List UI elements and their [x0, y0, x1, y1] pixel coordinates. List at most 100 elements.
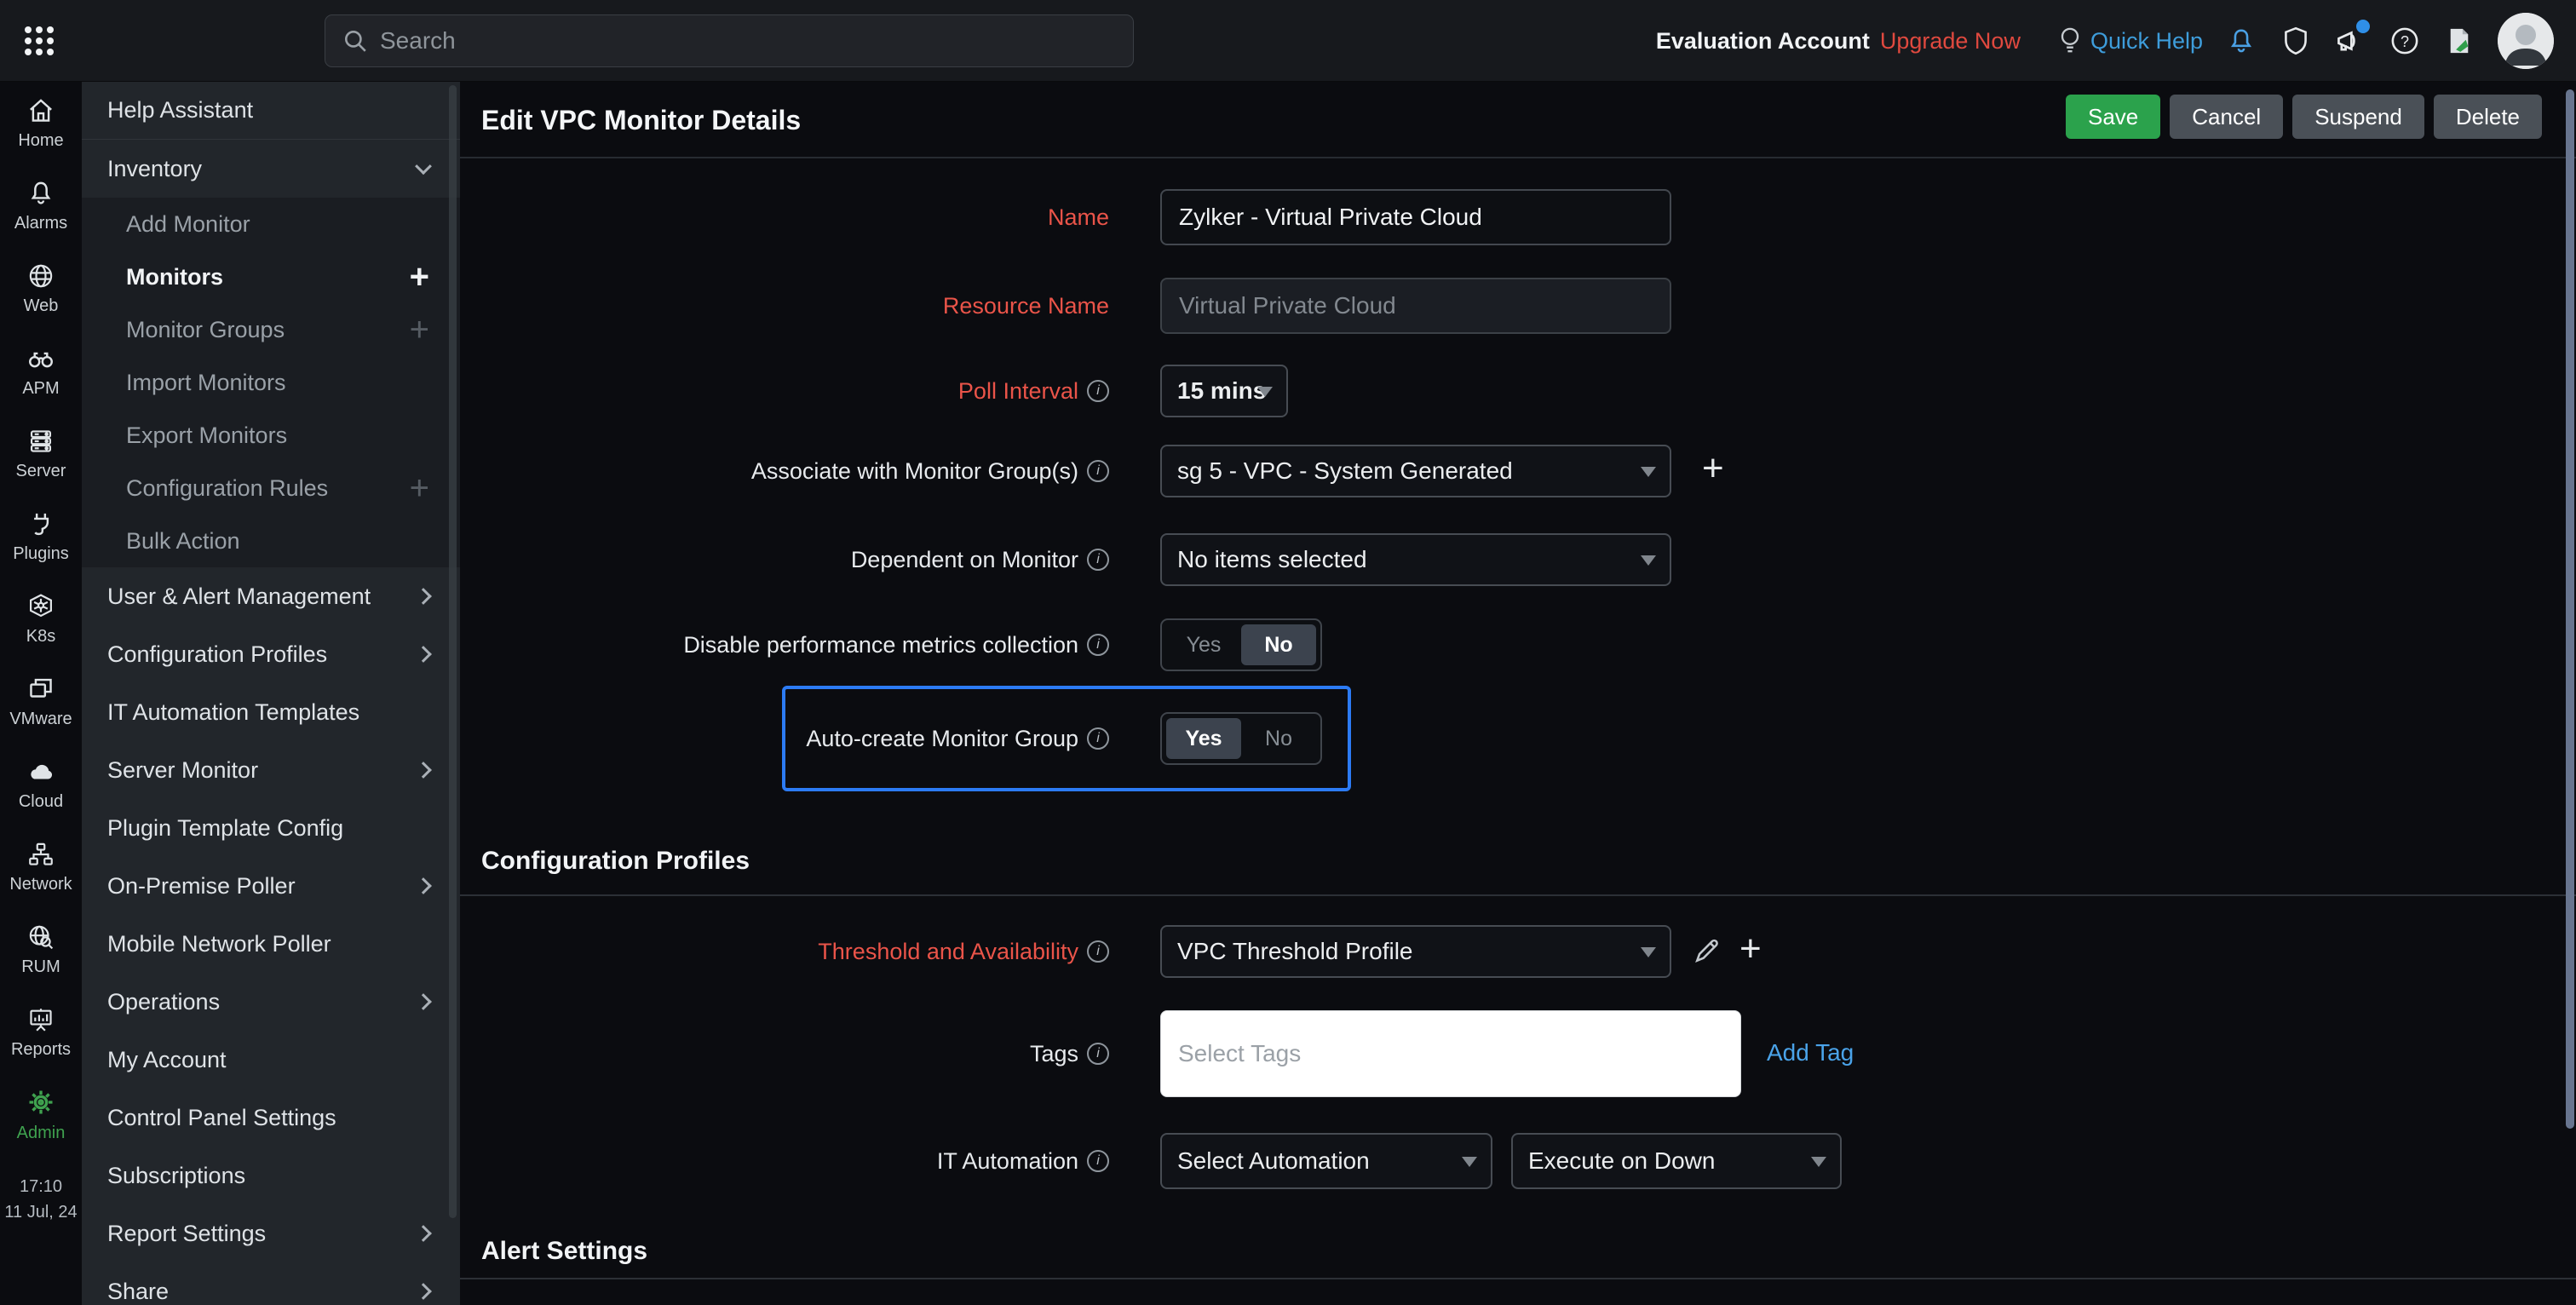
chevron-right-icon: [415, 1225, 432, 1242]
poll-interval-select[interactable]: 15 mins: [1160, 365, 1288, 417]
account-type-label: Evaluation Account: [1655, 27, 1870, 54]
suspend-button[interactable]: Suspend: [2292, 95, 2424, 139]
rail-item-vmware[interactable]: VMware: [0, 660, 82, 743]
inventory-submenu: Add Monitor Monitors + Monitor Groups + Im…: [82, 198, 460, 567]
sidebar-item-control-panel-settings[interactable]: Control Panel Settings: [82, 1089, 460, 1147]
delete-button[interactable]: Delete: [2433, 95, 2542, 139]
add-tag-link[interactable]: Add Tag: [1767, 1039, 1854, 1066]
plus-icon[interactable]: +: [410, 313, 429, 347]
toggle-yes-option[interactable]: Yes: [1166, 718, 1241, 759]
edit-threshold-profile-button[interactable]: [1693, 935, 1722, 964]
form-row-it-automation: IT Automation Select Automation Execute …: [460, 1133, 2576, 1189]
sidebar-item-configuration-rules[interactable]: Configuration Rules +: [82, 462, 460, 515]
sidebar-item-configuration-profiles[interactable]: Configuration Profiles: [82, 625, 460, 683]
user-avatar[interactable]: [2498, 13, 2554, 69]
sidebar-item-add-monitor[interactable]: Add Monitor: [82, 198, 460, 250]
rail-item-apm[interactable]: APM: [0, 330, 82, 412]
plus-icon: +: [1739, 928, 1762, 969]
sidebar-item-report-settings[interactable]: Report Settings: [82, 1204, 460, 1262]
search-input[interactable]: [380, 27, 1116, 55]
sidebar-item-plugin-template-config[interactable]: Plugin Template Config: [82, 799, 460, 857]
caret-down-icon: [1641, 555, 1656, 566]
sidebar-item-bulk-action[interactable]: Bulk Action: [82, 515, 460, 567]
rail-item-rum[interactable]: RUM: [0, 908, 82, 991]
sidebar-item-operations[interactable]: Operations: [82, 973, 460, 1031]
tags-input[interactable]: [1160, 1010, 1741, 1097]
caret-down-icon: [1257, 387, 1273, 397]
plus-icon[interactable]: +: [410, 471, 429, 505]
resource-name-input[interactable]: [1160, 278, 1671, 334]
release-notes-icon[interactable]: [2443, 25, 2475, 57]
rail-item-alarms[interactable]: Alarms: [0, 164, 82, 247]
auto-create-toggle[interactable]: Yes No: [1160, 712, 1322, 765]
admin-sidebar: Help Assistant Inventory Add Monitor Mon…: [82, 82, 460, 1305]
threshold-select[interactable]: VPC Threshold Profile: [1160, 925, 1671, 978]
cancel-button[interactable]: Cancel: [2170, 95, 2284, 139]
chevron-down-icon: [415, 158, 432, 175]
server-icon: [30, 429, 52, 452]
help-question-icon[interactable]: ?: [2389, 25, 2421, 57]
chevron-right-icon: [415, 646, 432, 663]
security-shield-icon[interactable]: [2280, 25, 2312, 57]
reports-icon: [30, 1008, 52, 1032]
rail-item-reports[interactable]: Reports: [0, 991, 82, 1073]
sidebar-item-export-monitors[interactable]: Export Monitors: [82, 409, 460, 462]
top-bar: Evaluation Account Upgrade Now Quick Hel…: [0, 0, 2576, 82]
monitor-groups-select[interactable]: sg 5 - VPC - System Generated: [1160, 445, 1671, 497]
sidebar-item-subscriptions[interactable]: Subscriptions: [82, 1147, 460, 1204]
sidebar-item-server-monitor[interactable]: Server Monitor: [82, 741, 460, 799]
rail-item-web[interactable]: Web: [0, 247, 82, 330]
rail-item-network[interactable]: Network: [0, 825, 82, 908]
disable-metrics-label: Disable performance metrics collection: [460, 618, 1109, 671]
notifications-bell-icon[interactable]: [2225, 25, 2257, 57]
header-actions: Save Cancel Suspend Delete: [2065, 95, 2542, 139]
rail-item-plugins[interactable]: Plugins: [0, 495, 82, 578]
sidebar-scrollbar[interactable]: [449, 85, 457, 1218]
toggle-yes-option[interactable]: Yes: [1166, 624, 1241, 665]
form-row-name: Name: [460, 189, 2576, 245]
toggle-no-option[interactable]: No: [1241, 624, 1316, 665]
sidebar-item-import-monitors[interactable]: Import Monitors: [82, 356, 460, 409]
announcements-megaphone-icon[interactable]: [2334, 20, 2370, 57]
sidebar-item-inventory[interactable]: Inventory: [82, 140, 460, 198]
admin-gear-icon: [29, 1090, 53, 1113]
sidebar-item-my-account[interactable]: My Account: [82, 1031, 460, 1089]
app-launcher-icon[interactable]: [22, 24, 56, 58]
monitor-groups-label: Associate with Monitor Group(s): [460, 445, 1109, 497]
chevron-right-icon: [415, 588, 432, 605]
rail-item-admin[interactable]: Admin: [0, 1073, 82, 1156]
page-scrollbar[interactable]: [2566, 89, 2574, 1129]
info-icon: [1087, 634, 1109, 656]
sidebar-item-help-assistant[interactable]: Help Assistant: [82, 82, 460, 140]
chevron-right-icon: [415, 1283, 432, 1300]
sidebar-item-monitor-groups[interactable]: Monitor Groups +: [82, 303, 460, 356]
globe-icon: [29, 264, 53, 287]
sidebar-item-on-premise-poller[interactable]: On-Premise Poller: [82, 857, 460, 915]
upgrade-now-link[interactable]: Upgrade Now: [1880, 28, 2021, 55]
dependent-monitor-select[interactable]: No items selected: [1160, 533, 1671, 586]
quick-help-link[interactable]: Quick Help: [2056, 26, 2203, 56]
rail-item-cloud[interactable]: Cloud: [0, 743, 82, 825]
add-monitor-group-button[interactable]: +: [1702, 450, 1724, 487]
search-box[interactable]: [325, 14, 1134, 67]
rail-item-server[interactable]: Server: [0, 412, 82, 495]
save-button[interactable]: Save: [2065, 95, 2161, 139]
chevron-right-icon: [415, 877, 432, 894]
rail-item-k8s[interactable]: K8s: [0, 578, 82, 660]
toggle-no-option[interactable]: No: [1241, 718, 1316, 759]
plus-icon[interactable]: +: [410, 260, 429, 294]
rail-item-home[interactable]: Home: [0, 82, 82, 164]
name-input[interactable]: [1160, 189, 1671, 245]
select-automation-dropdown[interactable]: Select Automation: [1160, 1133, 1492, 1189]
sidebar-item-monitors[interactable]: Monitors +: [82, 250, 460, 303]
sidebar-item-it-automation-templates[interactable]: IT Automation Templates: [82, 683, 460, 741]
info-icon: [1087, 727, 1109, 750]
sidebar-item-share[interactable]: Share: [82, 1262, 460, 1305]
plug-icon: [34, 513, 49, 535]
sidebar-item-user-alert-management[interactable]: User & Alert Management: [82, 567, 460, 625]
disable-metrics-toggle[interactable]: Yes No: [1160, 618, 1322, 671]
page-header: Edit VPC Monitor Details Save Cancel Sus…: [460, 82, 2576, 158]
sidebar-item-mobile-network-poller[interactable]: Mobile Network Poller: [82, 915, 460, 973]
execute-on-dropdown[interactable]: Execute on Down: [1511, 1133, 1842, 1189]
add-threshold-profile-button[interactable]: +: [1739, 928, 1762, 969]
